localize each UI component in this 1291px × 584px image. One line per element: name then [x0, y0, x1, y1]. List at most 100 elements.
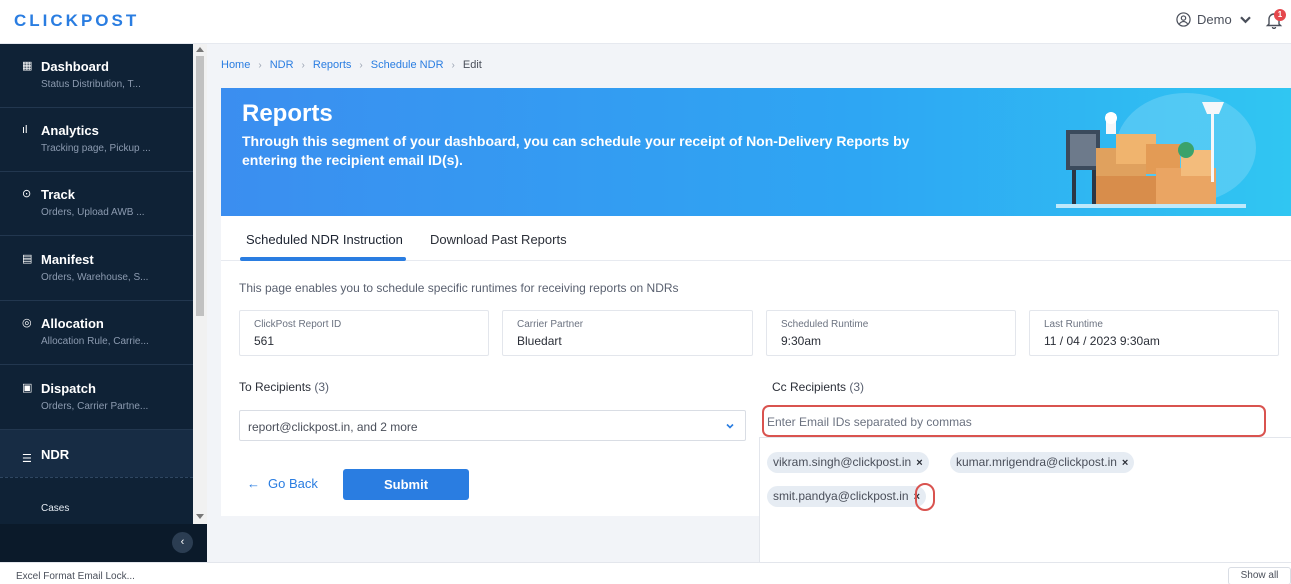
cc-recipients-dropdown: vikram.singh@clickpost.in × kumar.mrigend…	[759, 437, 1291, 562]
carrier-partner-label: Carrier Partner	[517, 319, 584, 330]
notification-badge: 1	[1274, 9, 1286, 21]
breadcrumb-home[interactable]: Home	[221, 59, 250, 71]
cc-email-placeholder: Enter Email IDs separated by commas	[767, 415, 972, 429]
sidebar-subitem-label: Cases	[41, 503, 70, 514]
to-recipients-count: (3)	[314, 380, 330, 394]
sidebar-item-track[interactable]: ⊙ Track Orders, Upload AWB ...	[0, 172, 193, 236]
report-id-value: 561	[254, 334, 275, 348]
sidebar-item-ndr[interactable]: ☰ NDR	[0, 430, 193, 477]
collapse-sidebar-button[interactable]: ‹	[172, 532, 193, 553]
to-recipients-select[interactable]: report@clickpost.in, and 2 more	[239, 410, 746, 441]
scheduled-runtime-box: Scheduled Runtime 9:30am	[766, 310, 1016, 356]
sidebar-item-subtitle: Status Distribution, T...	[41, 79, 141, 90]
breadcrumb-current: Edit	[462, 59, 482, 71]
download-item[interactable]: Excel Format Email Lock...	[16, 571, 135, 582]
sidebar-scrollbar[interactable]	[193, 44, 207, 524]
last-runtime-value: 11 / 04 / 2023 9:30am	[1044, 334, 1160, 348]
sidebar-item-dashboard[interactable]: ▦ Dashboard Status Distribution, T...	[0, 44, 193, 108]
scroll-down-icon[interactable]	[196, 514, 204, 519]
carrier-partner-value: Bluedart	[517, 334, 562, 348]
sidebar-item-subtitle: Orders, Upload AWB ...	[41, 207, 145, 218]
sidebar-item-allocation[interactable]: ◎ Allocation Allocation Rule, Carrie...	[0, 301, 193, 365]
location-pin-icon: ⊙	[22, 188, 32, 200]
user-menu[interactable]: Demo	[1176, 12, 1253, 27]
sidebar-item-subtitle: Orders, Warehouse, S...	[41, 272, 149, 283]
report-id-label: ClickPost Report ID	[254, 319, 342, 330]
arrow-left-icon: ←	[247, 476, 260, 491]
cc-recipients-count: (3)	[849, 380, 865, 394]
sidebar-item-label: Manifest	[41, 252, 94, 267]
target-icon: ◎	[22, 317, 32, 329]
chevron-down-icon	[1239, 16, 1251, 24]
sidebar-item-analytics[interactable]: ıl Analytics Tracking page, Pickup ...	[0, 108, 193, 172]
scheduled-runtime-value: 9:30am	[781, 334, 822, 348]
breadcrumb-separator-icon: ›	[451, 59, 455, 71]
breadcrumb-separator-icon: ›	[258, 59, 262, 71]
document-icon: ▤	[22, 253, 33, 265]
tab-bar: Scheduled NDR Instruction Download Past …	[221, 216, 1291, 261]
user-name: Demo	[1197, 12, 1232, 27]
page-description: This page enables you to schedule specif…	[239, 281, 679, 295]
breadcrumb-reports[interactable]: Reports	[313, 59, 352, 71]
breadcrumb-separator-icon: ›	[301, 59, 305, 71]
sidebar-item-label: NDR	[41, 447, 70, 462]
grid-icon: ▦	[22, 60, 33, 72]
boxes-illustration	[1056, 93, 1256, 208]
sidebar-item-label: Dispatch	[41, 381, 96, 396]
remove-chip-icon[interactable]: ×	[1122, 457, 1128, 469]
sidebar-item-label: Allocation	[41, 316, 104, 331]
reports-banner: Reports Through this segment of your das…	[221, 88, 1291, 216]
submit-button[interactable]: Submit	[343, 469, 469, 500]
scrollbar-thumb[interactable]	[196, 56, 204, 316]
email-chip: kumar.mrigendra@clickpost.in ×	[950, 452, 1135, 473]
user-circle-icon	[1176, 12, 1191, 27]
sidebar-footer: ‹	[0, 524, 207, 562]
bar-chart-icon: ıl	[22, 124, 28, 136]
breadcrumb: Home › NDR › Reports › Schedule NDR › Ed…	[221, 59, 482, 71]
clickpost-logo[interactable]: CLICKPOST	[14, 11, 139, 31]
scroll-up-icon[interactable]	[196, 47, 204, 52]
remove-chip-icon[interactable]: ×	[916, 457, 922, 469]
go-back-label: Go Back	[268, 476, 318, 491]
sidebar-item-manifest[interactable]: ▤ Manifest Orders, Warehouse, S...	[0, 237, 193, 301]
to-recipients-title: To Recipients	[239, 380, 312, 394]
go-back-button[interactable]: ← Go Back	[247, 476, 318, 491]
to-recipients-label: To Recipients (3)	[239, 380, 329, 394]
sidebar-item-label: Dashboard	[41, 59, 109, 74]
sidebar-item-label: Track	[41, 187, 75, 202]
chevron-down-icon	[726, 423, 734, 429]
sidebar-item-label: Analytics	[41, 123, 99, 138]
sidebar-item-subtitle: Allocation Rule, Carrie...	[41, 336, 149, 347]
tab-scheduled-ndr-instruction[interactable]: Scheduled NDR Instruction	[246, 232, 403, 247]
sidebar-item-subtitle: Orders, Carrier Partne...	[41, 401, 149, 412]
sidebar-item-dispatch[interactable]: ▣ Dispatch Orders, Carrier Partne...	[0, 366, 193, 430]
breadcrumb-ndr[interactable]: NDR	[270, 59, 294, 71]
highlight-ring	[915, 483, 935, 511]
email-chip: vikram.singh@clickpost.in ×	[767, 452, 929, 473]
email-chip-label: smit.pandya@clickpost.in	[773, 489, 909, 503]
page-title: Reports	[242, 100, 333, 127]
scheduled-runtime-label: Scheduled Runtime	[781, 319, 869, 330]
tab-download-past-reports[interactable]: Download Past Reports	[430, 232, 567, 247]
cc-recipients-title: Cc Recipients	[772, 380, 847, 394]
list-icon: ☰	[22, 453, 32, 465]
email-chip: smit.pandya@clickpost.in ×	[767, 486, 927, 507]
report-id-box: ClickPost Report ID 561	[239, 310, 489, 356]
email-chip-label: kumar.mrigendra@clickpost.in	[956, 455, 1117, 469]
chevron-left-icon: ‹	[180, 536, 185, 548]
breadcrumb-schedule-ndr[interactable]: Schedule NDR	[371, 59, 444, 71]
show-all-button[interactable]: Show all	[1228, 567, 1291, 584]
top-bar: CLICKPOST Demo 1	[0, 0, 1291, 44]
sidebar: ▦ Dashboard Status Distribution, T... ıl…	[0, 44, 207, 562]
last-runtime-box: Last Runtime 11 / 04 / 2023 9:30am	[1029, 310, 1279, 356]
sidebar-item-subtitle: Tracking page, Pickup ...	[41, 143, 151, 154]
banner-description: Through this segment of your dashboard, …	[242, 133, 910, 168]
email-chip-label: vikram.singh@clickpost.in	[773, 455, 912, 469]
cc-email-input[interactable]: Enter Email IDs separated by commas	[762, 405, 1266, 437]
last-runtime-label: Last Runtime	[1044, 319, 1103, 330]
sidebar-subitem-cases[interactable]: Cases	[0, 477, 193, 524]
to-recipients-value: report@clickpost.in, and 2 more	[248, 420, 418, 434]
carrier-partner-box: Carrier Partner Bluedart	[502, 310, 753, 356]
download-bar: Excel Format Email Lock... Show all	[0, 562, 1291, 584]
clipboard-icon: ▣	[22, 382, 33, 394]
